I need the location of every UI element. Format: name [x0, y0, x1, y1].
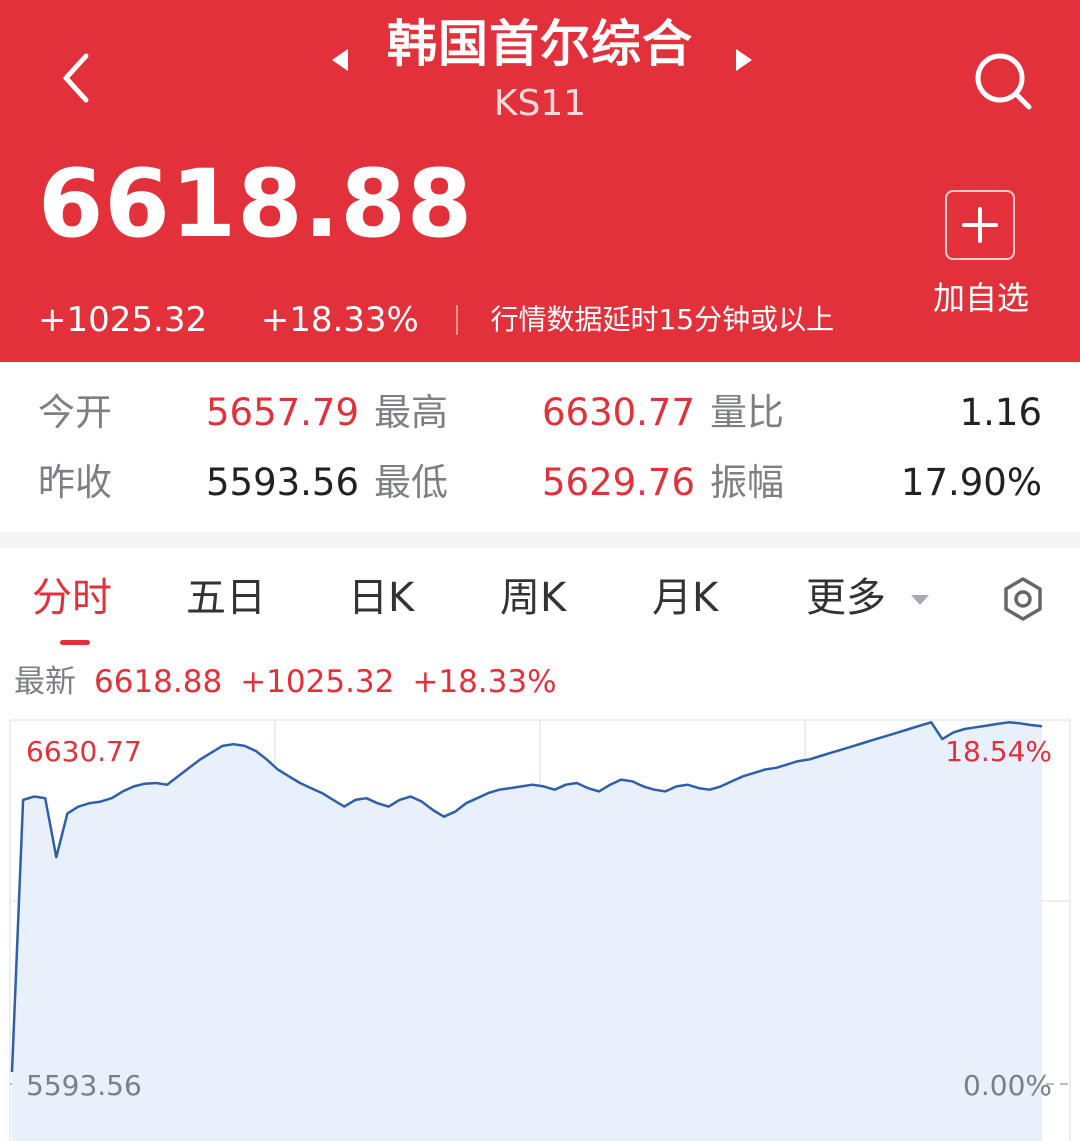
change-row: +1025.32 +18.33% 行情数据延时15分钟或以上	[38, 294, 834, 344]
latest-row: 最新 6618.88 +1025.32 +18.33%	[14, 660, 575, 704]
header: 韩国首尔综合 KS11 6618.88 +1025.32 +18.33% 行情数…	[0, 0, 1080, 362]
active-tab-indicator	[60, 640, 90, 645]
tab-five-day[interactable]: 五日	[186, 572, 266, 624]
add-watchlist-button[interactable]	[945, 190, 1015, 260]
tab-daily-k[interactable]: 日K	[348, 572, 414, 624]
intraday-chart[interactable]	[0, 700, 1080, 1141]
y-bottom-label: 5593.56	[26, 1069, 142, 1102]
y-top-pct: 18.54%	[945, 735, 1052, 768]
y-bottom-pct: 0.00%	[963, 1069, 1052, 1102]
prev-close-value: 5593.56	[206, 461, 360, 504]
chart-tabs: 分时 五日 日K 周K 月K 更多	[0, 548, 1080, 646]
title-row: 韩国首尔综合	[0, 14, 1080, 74]
open-label: 今开	[38, 391, 112, 434]
page-title: 韩国首尔综合	[387, 15, 693, 73]
tab-more-label: 更多	[806, 575, 886, 621]
divider	[455, 304, 458, 335]
plus-icon	[962, 207, 998, 243]
delay-note: 行情数据延时15分钟或以上	[490, 302, 835, 336]
tab-intraday[interactable]: 分时	[32, 572, 112, 624]
prev-close-label: 昨收	[38, 461, 112, 504]
y-top-label: 6630.77	[26, 735, 142, 768]
symbol-code: KS11	[493, 83, 587, 124]
gear-icon[interactable]	[1000, 576, 1046, 622]
caret-down-icon	[910, 595, 929, 605]
search-icon[interactable]	[972, 50, 1034, 112]
tab-more[interactable]: 更多	[806, 572, 931, 624]
high-value: 6630.77	[542, 391, 696, 434]
vol-ratio-value: 1.16	[959, 391, 1042, 434]
amplitude-label: 振幅	[710, 461, 784, 504]
quote-stats: 今开 5657.79 最高 6630.77 量比 1.16 昨收 5593.56…	[0, 362, 1080, 532]
latest-change: +1025.32	[240, 664, 395, 700]
tab-weekly-k[interactable]: 周K	[500, 572, 566, 624]
high-label: 最高	[374, 391, 448, 434]
vol-ratio-label: 量比	[710, 391, 784, 434]
caret-right-icon[interactable]	[734, 47, 756, 73]
open-value: 5657.79	[206, 391, 360, 434]
tab-monthly-k[interactable]: 月K	[652, 572, 718, 624]
current-price: 6618.88	[38, 150, 474, 259]
latest-label: 最新	[14, 664, 76, 700]
low-value: 5629.76	[542, 461, 696, 504]
add-watchlist-label[interactable]: 加自选	[924, 276, 1038, 320]
low-label: 最低	[374, 461, 448, 504]
price-change: +1025.32	[38, 299, 208, 340]
latest-change-pct: +18.33%	[412, 664, 557, 700]
price-change-pct: +18.33%	[260, 299, 419, 340]
amplitude-value: 17.90%	[900, 461, 1042, 504]
latest-price: 6618.88	[94, 664, 223, 700]
